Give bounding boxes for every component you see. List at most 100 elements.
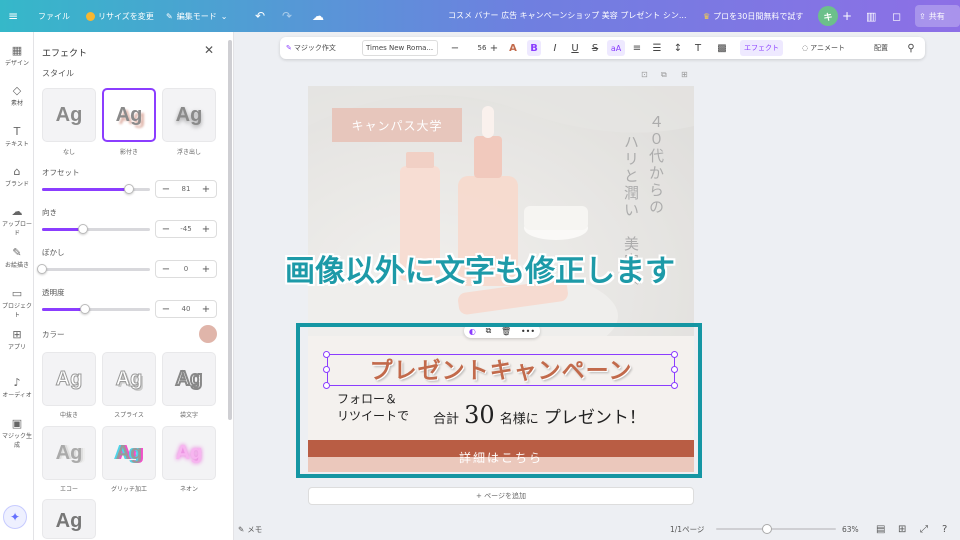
file-menu[interactable]: ファイル (38, 0, 70, 32)
animate-button[interactable]: ◌ アニメート (802, 37, 845, 59)
pencil-icon: ✎ (166, 11, 173, 21)
add-page-icon[interactable]: ⊞ (681, 70, 688, 79)
rail-item-text[interactable]: T テキスト (0, 125, 34, 148)
style-lift-card[interactable]: Ag (162, 88, 216, 142)
notes-button[interactable]: ✎ メモ (238, 518, 262, 540)
rail-item-projects[interactable]: ▭ プロジェクト (0, 287, 34, 319)
plus-icon[interactable]: + (196, 224, 216, 235)
slider-knob[interactable] (80, 304, 91, 314)
lock-icon[interactable]: ⊡ (641, 70, 648, 79)
offset-slider[interactable] (42, 184, 150, 194)
direction-slider[interactable] (42, 224, 150, 234)
paint-format-icon[interactable]: ⚲ (904, 37, 918, 59)
resize-button[interactable]: リサイズを変更 (86, 0, 154, 32)
font-family-select[interactable]: Times New Roma... (362, 40, 438, 56)
magic-write-button[interactable]: ✎ マジック作文 (286, 37, 336, 59)
plus-icon[interactable]: + (196, 184, 216, 195)
duplicate-page-icon[interactable]: ⧉ (661, 70, 667, 80)
rail-item-audio[interactable]: ♪ オーディオ (0, 376, 34, 399)
shadow-color-swatch[interactable] (199, 325, 217, 343)
stats-icon[interactable]: ▥ (866, 0, 876, 32)
pro-trial-button[interactable]: ♛ プロを30日間無料で試す (703, 0, 803, 32)
style-none-card[interactable]: Ag (42, 88, 96, 142)
cloud-save-icon[interactable]: ☁ (312, 0, 324, 32)
plus-icon[interactable]: + (196, 304, 216, 315)
bold-icon[interactable]: B (527, 40, 541, 56)
position-button[interactable]: 配置 (874, 37, 888, 59)
text-color-icon[interactable]: A (506, 37, 520, 59)
underline-icon[interactable]: U (568, 37, 582, 59)
share-button[interactable]: ⇪ 共有 (915, 5, 960, 27)
rail-item-brand[interactable]: ⌂ ブランド (0, 165, 34, 188)
close-icon[interactable]: ✕ (204, 43, 214, 57)
edit-mode-dropdown[interactable]: ✎ 編集モード ⌄ (166, 0, 227, 32)
style-outline-card[interactable]: Ag (162, 352, 216, 406)
effects-button[interactable]: エフェクト (740, 40, 783, 56)
font-size-increase-icon[interactable]: + (487, 37, 501, 59)
style-caption: 袋文字 (179, 412, 198, 419)
panel-scrollbar[interactable] (228, 40, 232, 420)
minus-icon[interactable]: − (156, 184, 176, 195)
page-count[interactable]: 1/1ページ (670, 518, 704, 540)
vertical-text-icon[interactable]: T (691, 37, 705, 59)
direction-value[interactable]: -45 (176, 225, 196, 233)
style-shadow-card[interactable]: Ag (102, 88, 156, 142)
help-icon[interactable]: ? (942, 518, 947, 540)
zoom-slider[interactable] (716, 528, 836, 530)
magic-assistant-icon[interactable]: ✦ (3, 505, 27, 529)
letter-case-icon[interactable]: aA (607, 40, 625, 56)
font-size-decrease-icon[interactable]: − (448, 37, 462, 59)
transparency-slider[interactable] (42, 304, 150, 314)
document-title[interactable]: コスメ バナー 広告 キャンペーンショップ 美容 プレゼント シン... (448, 0, 693, 32)
comment-icon[interactable]: ◻ (892, 0, 901, 32)
zoom-slider-knob[interactable] (762, 524, 772, 534)
style-hollow-card[interactable]: Ag (42, 352, 96, 406)
list-icon[interactable]: ☰ (650, 37, 664, 59)
undo-icon[interactable]: ↶ (255, 0, 265, 32)
transparency-stepper[interactable]: −40 + (155, 300, 217, 318)
style-splice-card[interactable]: Ag (102, 352, 156, 406)
spacing-icon[interactable]: ↕ (671, 37, 685, 59)
rail-item-uploads[interactable]: ☁ アップロード (0, 205, 34, 237)
product-photo[interactable]: キャンパス大学 ４０代からの ハリと潤い 美容液 (308, 86, 694, 376)
grid-view-icon[interactable]: ⊞ (898, 518, 906, 540)
minus-icon[interactable]: − (156, 304, 176, 315)
align-center-icon[interactable]: ≡ (630, 37, 644, 59)
rail-item-apps[interactable]: ⊞ アプリ (0, 328, 34, 351)
style-background-card[interactable]: Ag (42, 499, 96, 539)
magic-wand-icon: ✎ (286, 44, 292, 52)
style-neon-card[interactable]: Ag (162, 426, 216, 480)
highlight-frame (296, 323, 702, 478)
offset-stepper[interactable]: −81 + (155, 180, 217, 198)
italic-icon[interactable]: I (548, 37, 562, 59)
offset-value[interactable]: 81 (176, 185, 196, 193)
add-page-button[interactable]: + ページを追加 (308, 487, 694, 505)
rail-label: ブランド (4, 181, 29, 188)
rail-item-design[interactable]: ▦ デザイン (0, 44, 34, 67)
rail-item-elements[interactable]: ◇ 素材 (0, 84, 34, 107)
add-collaborator-icon[interactable]: + (842, 0, 852, 32)
style-glitch-card[interactable]: Ag (102, 426, 156, 480)
zoom-level[interactable]: 63% (842, 518, 859, 540)
rail-label: デザイン (4, 60, 29, 67)
avatar[interactable]: キ (818, 6, 838, 26)
slider-knob[interactable] (124, 184, 135, 194)
style-caption: 中抜き (59, 412, 78, 419)
rail-label: 素材 (10, 100, 23, 107)
rail-item-magic-media[interactable]: ▣ マジック生成 (0, 417, 34, 449)
redo-icon[interactable]: ↷ (282, 0, 292, 32)
magic-write-label: マジック作文 (293, 44, 336, 52)
transparency-icon[interactable]: ▩ (715, 37, 729, 59)
notes-view-icon[interactable]: ▤ (876, 518, 885, 540)
transparency-value[interactable]: 40 (176, 305, 196, 313)
upload-icon: ☁ (11, 205, 23, 218)
slider-knob[interactable] (78, 224, 89, 234)
style-echo-card[interactable]: Ag (42, 426, 96, 480)
menu-icon[interactable]: ≡ (8, 0, 18, 32)
direction-stepper[interactable]: − -45 + (155, 220, 217, 238)
minus-icon[interactable]: − (156, 224, 176, 235)
strikethrough-icon[interactable]: S (588, 37, 602, 59)
rail-label: オーディオ (2, 392, 32, 399)
fullscreen-icon[interactable]: ⤢ (920, 518, 928, 540)
magic-media-icon: ▣ (11, 417, 23, 430)
